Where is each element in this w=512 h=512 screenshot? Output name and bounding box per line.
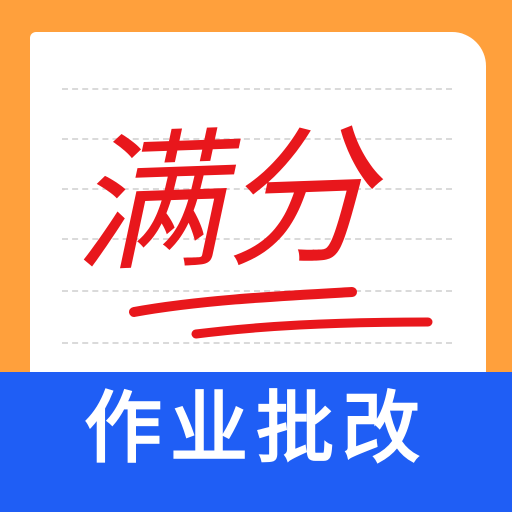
headline-text: 满分	[70, 110, 388, 295]
underline-stroke-bottom	[191, 317, 433, 339]
underline-stroke-top	[129, 287, 357, 317]
title-banner: 作业批改	[0, 372, 512, 512]
app-icon[interactable]: 满分 作业批改	[0, 0, 512, 512]
banner-label: 作业批改	[83, 384, 428, 474]
